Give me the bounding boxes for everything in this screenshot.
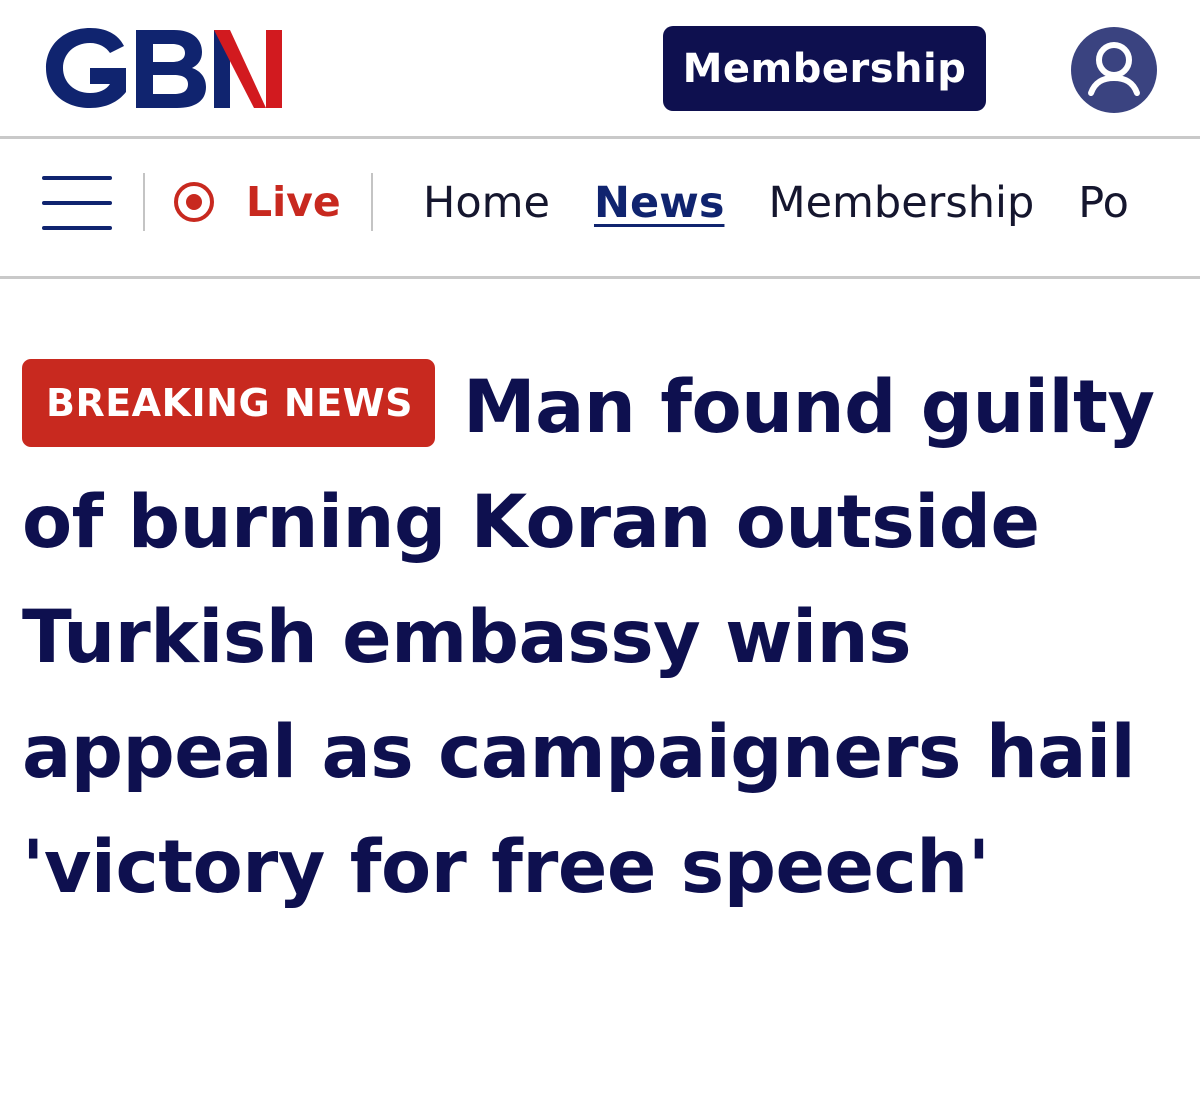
live-label: Live [246, 178, 341, 226]
nav-links: Home News Membership Po [423, 175, 1173, 231]
live-record-icon [174, 182, 214, 222]
nav-link-po[interactable]: Po [1078, 178, 1129, 228]
nav-link-news[interactable]: News [594, 178, 724, 228]
hamburger-menu-icon[interactable] [40, 174, 116, 232]
membership-button[interactable]: Membership [663, 26, 986, 111]
nav-link-membership[interactable]: Membership [768, 178, 1034, 228]
user-avatar-icon[interactable] [1071, 27, 1157, 113]
nav-link-home[interactable]: Home [423, 178, 550, 228]
site-header: Membership [0, 0, 1200, 139]
nav-divider [143, 173, 145, 231]
main-nav: Live Home News Membership Po [0, 139, 1200, 279]
article-headline: BREAKING NEWS Man found guilty of burning… [22, 350, 1192, 925]
breaking-news-badge: BREAKING NEWS [22, 359, 435, 447]
nav-divider [371, 173, 373, 231]
gbn-logo[interactable] [40, 22, 290, 114]
live-link[interactable]: Live [172, 177, 341, 227]
